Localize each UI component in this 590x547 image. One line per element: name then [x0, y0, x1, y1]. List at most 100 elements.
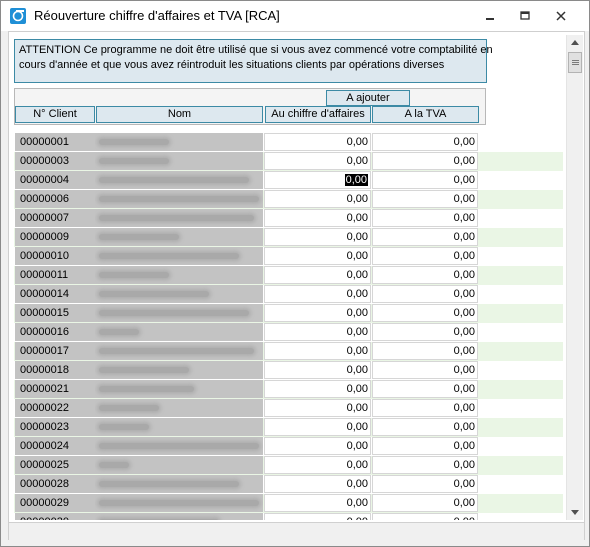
table-row[interactable]: 00000030 0,00 0,00: [14, 513, 563, 520]
chiffre-affaires-input[interactable]: 0,00: [264, 133, 371, 151]
table-row[interactable]: 00000003 0,00 0,00: [14, 152, 563, 171]
chiffre-affaires-input[interactable]: 0,00: [264, 437, 371, 455]
table-row[interactable]: 00000004 0,00 0,00: [14, 171, 563, 190]
scroll-up-button[interactable]: [567, 35, 583, 51]
client-name-cell: [95, 475, 263, 493]
client-name-cell: [95, 323, 263, 341]
table-row[interactable]: 00000015 0,00 0,00: [14, 304, 563, 323]
chiffre-affaires-input[interactable]: 0,00: [264, 494, 371, 512]
chiffre-affaires-input[interactable]: 0,00: [264, 209, 371, 227]
horizontal-scrollbar[interactable]: [9, 522, 584, 540]
tva-input[interactable]: 0,00: [372, 418, 478, 436]
chiffre-affaires-input[interactable]: 0,00: [264, 190, 371, 208]
client-number-cell: 00000006: [15, 190, 95, 208]
attention-line-1: ATTENTION Ce programme ne doit être util…: [19, 44, 493, 56]
chiffre-affaires-input[interactable]: 0,00: [264, 513, 371, 520]
tva-value: 0,00: [453, 421, 475, 433]
chiffre-affaires-input[interactable]: 0,00: [264, 285, 371, 303]
chiffre-affaires-input[interactable]: 0,00: [264, 304, 371, 322]
chiffre-affaires-input[interactable]: 0,00: [264, 247, 371, 265]
tva-input[interactable]: 0,00: [372, 190, 478, 208]
tva-input[interactable]: 0,00: [372, 475, 478, 493]
client-name-cell: [95, 513, 263, 520]
restore-button[interactable]: [511, 5, 539, 27]
chiffre-affaires-input[interactable]: 0,00: [264, 342, 371, 360]
tva-input[interactable]: 0,00: [372, 247, 478, 265]
scroll-down-button[interactable]: [567, 504, 583, 520]
table-row[interactable]: 00000010 0,00 0,00: [14, 247, 563, 266]
close-icon: [556, 11, 566, 21]
chiffre-affaires-input[interactable]: 0,00: [264, 266, 371, 284]
table-row[interactable]: 00000017 0,00 0,00: [14, 342, 563, 361]
table-row[interactable]: 00000025 0,00 0,00: [14, 456, 563, 475]
table-row[interactable]: 00000007 0,00 0,00: [14, 209, 563, 228]
chiffre-affaires-input[interactable]: 0,00: [264, 323, 371, 341]
tva-input[interactable]: 0,00: [372, 228, 478, 246]
chiffre-affaires-input[interactable]: 0,00: [264, 475, 371, 493]
table-row[interactable]: 00000009 0,00 0,00: [14, 228, 563, 247]
scroll-down-icon: [571, 510, 579, 515]
table-row[interactable]: 00000018 0,00 0,00: [14, 361, 563, 380]
tva-input[interactable]: 0,00: [372, 437, 478, 455]
tva-input[interactable]: 0,00: [372, 266, 478, 284]
tva-input[interactable]: 0,00: [372, 513, 478, 520]
masked-name: [99, 405, 159, 411]
masked-name: [99, 348, 254, 354]
chiffre-affaires-value: 0,00: [346, 497, 368, 509]
client-number-cell: 00000014: [15, 285, 95, 303]
table-row[interactable]: 00000023 0,00 0,00: [14, 418, 563, 437]
table-row[interactable]: 00000016 0,00 0,00: [14, 323, 563, 342]
table-row[interactable]: 00000001 0,00 0,00: [14, 133, 563, 152]
tva-input[interactable]: 0,00: [372, 456, 478, 474]
title-bar[interactable]: Réouverture chiffre d'affaires et TVA [R…: [1, 1, 589, 31]
tva-input[interactable]: 0,00: [372, 304, 478, 322]
chiffre-affaires-value: 0,00: [346, 383, 368, 395]
client-name-cell: [95, 304, 263, 322]
header-client-number[interactable]: N° Client: [15, 106, 95, 123]
table-row[interactable]: 00000022 0,00 0,00: [14, 399, 563, 418]
tva-input[interactable]: 0,00: [372, 399, 478, 417]
table-row[interactable]: 00000014 0,00 0,00: [14, 285, 563, 304]
table-row[interactable]: 00000011 0,00 0,00: [14, 266, 563, 285]
client-name-cell: [95, 152, 263, 170]
masked-name: [99, 386, 194, 392]
table-row[interactable]: 00000024 0,00 0,00: [14, 437, 563, 456]
close-button[interactable]: [547, 5, 575, 27]
masked-name: [99, 443, 259, 449]
tva-input[interactable]: 0,00: [372, 171, 478, 189]
tva-input[interactable]: 0,00: [372, 133, 478, 151]
chiffre-affaires-input[interactable]: 0,00: [264, 228, 371, 246]
tva-input[interactable]: 0,00: [372, 285, 478, 303]
chiffre-affaires-value: 0,00: [346, 421, 368, 433]
client-grid[interactable]: 00000001 0,00 0,00 00000003 0,00 0,00 00000004…: [14, 133, 563, 520]
vertical-scrollbar[interactable]: [566, 35, 583, 520]
header-tva[interactable]: A la TVA: [372, 106, 479, 123]
chiffre-affaires-input[interactable]: 0,00: [264, 171, 371, 189]
tva-input[interactable]: 0,00: [372, 361, 478, 379]
chiffre-affaires-input[interactable]: 0,00: [264, 418, 371, 436]
tva-value: 0,00: [453, 440, 475, 452]
tva-input[interactable]: 0,00: [372, 494, 478, 512]
client-name-cell: [95, 190, 263, 208]
header-name[interactable]: Nom: [96, 106, 263, 123]
minimize-button[interactable]: [476, 5, 504, 27]
table-row[interactable]: 00000021 0,00 0,00: [14, 380, 563, 399]
tva-input[interactable]: 0,00: [372, 209, 478, 227]
table-row[interactable]: 00000029 0,00 0,00: [14, 494, 563, 513]
chiffre-affaires-value: 0,00: [347, 516, 368, 520]
table-row[interactable]: 00000028 0,00 0,00: [14, 475, 563, 494]
chiffre-affaires-input[interactable]: 0,00: [264, 399, 371, 417]
header-group-a-ajouter: A ajouter: [326, 90, 410, 106]
tva-input[interactable]: 0,00: [372, 152, 478, 170]
tva-input[interactable]: 0,00: [372, 342, 478, 360]
tva-input[interactable]: 0,00: [372, 380, 478, 398]
scroll-thumb[interactable]: [568, 52, 582, 73]
chiffre-affaires-input[interactable]: 0,00: [264, 380, 371, 398]
header-chiffre-affaires[interactable]: Au chiffre d'affaires: [265, 106, 371, 123]
table-row[interactable]: 00000006 0,00 0,00: [14, 190, 563, 209]
chiffre-affaires-input[interactable]: 0,00: [264, 456, 371, 474]
client-number-cell: 00000030: [15, 513, 95, 520]
tva-input[interactable]: 0,00: [372, 323, 478, 341]
chiffre-affaires-input[interactable]: 0,00: [264, 152, 371, 170]
chiffre-affaires-input[interactable]: 0,00: [264, 361, 371, 379]
